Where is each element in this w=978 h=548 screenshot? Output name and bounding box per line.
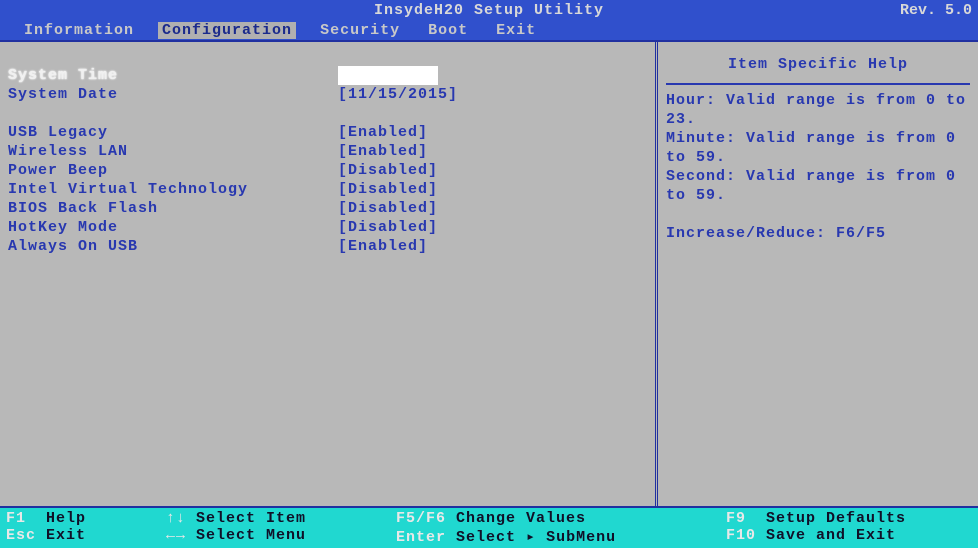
setting-row[interactable]: HotKey Mode[Disabled] <box>8 218 647 237</box>
setting-value[interactable]: [Enabled] <box>338 142 428 161</box>
utility-title: InsydeH20 Setup Utility <box>0 2 978 19</box>
settings-panel: System Time[22:28:54]System Date[11/15/2… <box>0 42 658 506</box>
setting-label: BIOS Back Flash <box>8 199 338 218</box>
setting-value[interactable]: [Disabled] <box>338 180 438 199</box>
footer-bar: F1 Help ↑↓ Select Item F5/F6 Change Valu… <box>0 508 978 548</box>
tab-security[interactable]: Security <box>316 22 404 39</box>
help-line: Increase/Reduce: F6/F5 <box>666 224 970 243</box>
row-spacer <box>8 104 647 123</box>
help-line: Second: Valid range is from 0 to 59. <box>666 167 970 205</box>
setting-row[interactable]: System Time[22:28:54] <box>8 66 647 85</box>
title-bar: InsydeH20 Setup Utility Rev. 5.0 <box>0 0 978 20</box>
help-title: Item Specific Help <box>666 50 970 85</box>
hint-exit: Esc Exit <box>6 527 166 546</box>
hint-select-submenu: Enter Select ▸ SubMenu <box>396 527 726 546</box>
setting-row[interactable]: Intel Virtual Technology[Disabled] <box>8 180 647 199</box>
work-area: System Time[22:28:54]System Date[11/15/2… <box>0 40 978 508</box>
tab-information[interactable]: Information <box>20 22 138 39</box>
setting-label: System Time <box>8 66 338 85</box>
tab-boot[interactable]: Boot <box>424 22 472 39</box>
help-body: Hour: Valid range is from 0 to 23.Minute… <box>666 91 970 243</box>
help-panel: Item Specific Help Hour: Valid range is … <box>658 42 978 506</box>
hint-setup-defaults: F9 Setup Defaults <box>726 510 972 527</box>
setting-row[interactable]: BIOS Back Flash[Disabled] <box>8 199 647 218</box>
setting-row[interactable]: Wireless LAN[Enabled] <box>8 142 647 161</box>
hint-change-values: F5/F6 Change Values <box>396 510 726 527</box>
setting-row[interactable]: Power Beep[Disabled] <box>8 161 647 180</box>
setting-row[interactable]: System Date[11/15/2015] <box>8 85 647 104</box>
hint-select-item: ↑↓ Select Item <box>166 510 396 527</box>
setting-value[interactable]: [Enabled] <box>338 237 428 256</box>
setting-label: Power Beep <box>8 161 338 180</box>
help-line <box>666 205 970 224</box>
setting-label: Wireless LAN <box>8 142 338 161</box>
setting-value[interactable]: [11/15/2015] <box>338 85 458 104</box>
help-line: Hour: Valid range is from 0 to 23. <box>666 91 970 129</box>
tab-configuration[interactable]: Configuration <box>158 22 296 39</box>
help-line: Minute: Valid range is from 0 to 59. <box>666 129 970 167</box>
setting-label: HotKey Mode <box>8 218 338 237</box>
hint-save-exit: F10 Save and Exit <box>726 527 972 546</box>
setting-value[interactable]: [Disabled] <box>338 199 438 218</box>
setting-value[interactable]: [22:28:54] <box>338 66 438 85</box>
setting-label: Intel Virtual Technology <box>8 180 338 199</box>
setting-row[interactable]: USB Legacy[Enabled] <box>8 123 647 142</box>
setting-value[interactable]: [Disabled] <box>338 218 438 237</box>
setting-label: USB Legacy <box>8 123 338 142</box>
hint-select-menu: ←→ Select Menu <box>166 527 396 546</box>
setting-value[interactable]: [Enabled] <box>338 123 428 142</box>
setting-value[interactable]: [Disabled] <box>338 161 438 180</box>
tab-exit[interactable]: Exit <box>492 22 540 39</box>
menu-bar: Information Configuration Security Boot Exit <box>0 20 978 40</box>
setting-row[interactable]: Always On USB[Enabled] <box>8 237 647 256</box>
setting-label: Always On USB <box>8 237 338 256</box>
setting-label: System Date <box>8 85 338 104</box>
hint-help: F1 Help <box>6 510 166 527</box>
